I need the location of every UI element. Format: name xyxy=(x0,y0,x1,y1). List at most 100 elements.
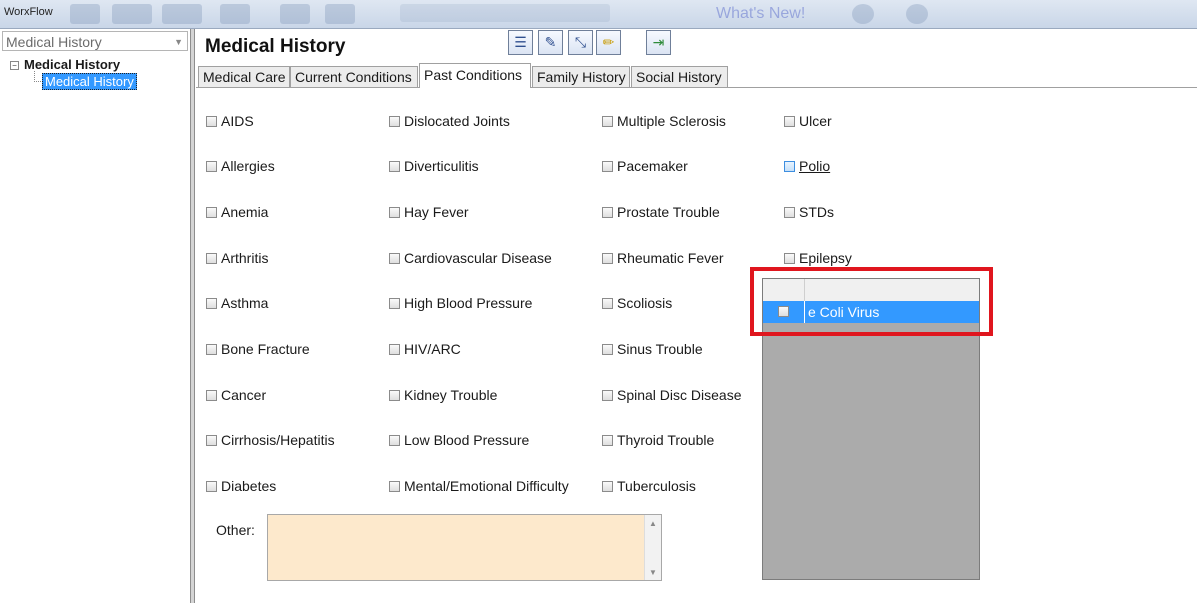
checkbox[interactable] xyxy=(602,161,613,172)
condition-checkbox[interactable]: Kidney Trouble xyxy=(389,387,497,403)
checkbox[interactable] xyxy=(389,390,400,401)
condition-checkbox[interactable]: Ulcer xyxy=(784,113,832,129)
checkbox[interactable] xyxy=(602,481,613,492)
checkbox[interactable] xyxy=(389,298,400,309)
checkbox[interactable] xyxy=(602,298,613,309)
condition-label: Kidney Trouble xyxy=(404,387,498,403)
condition-checkbox[interactable]: Diabetes xyxy=(206,478,276,494)
whats-new-link[interactable]: What's New! xyxy=(716,5,805,23)
checkbox[interactable] xyxy=(389,481,400,492)
section-combo[interactable]: Medical History ▼ xyxy=(2,31,188,51)
checkbox[interactable] xyxy=(206,207,217,218)
exit-icon[interactable]: ⇥ xyxy=(646,30,671,55)
condition-checkbox[interactable]: Diverticulitis xyxy=(389,158,479,174)
other-scrollbar[interactable]: ▲ ▼ xyxy=(644,515,661,580)
splitter[interactable] xyxy=(191,29,195,603)
condition-checkbox[interactable]: Pacemaker xyxy=(602,158,688,174)
condition-label: AIDS xyxy=(221,113,254,129)
scroll-up-icon[interactable]: ▲ xyxy=(649,519,657,528)
checkbox[interactable] xyxy=(206,298,217,309)
condition-checkbox[interactable]: Cancer xyxy=(206,387,266,403)
tree-node-medical-history-child[interactable]: Medical History xyxy=(42,73,137,90)
condition-checkbox[interactable]: Bone Fracture xyxy=(206,341,310,357)
checkbox[interactable] xyxy=(206,435,217,446)
other-textarea[interactable]: ▲ ▼ xyxy=(267,514,662,581)
condition-checkbox[interactable]: Thyroid Trouble xyxy=(602,432,714,448)
condition-checkbox[interactable]: Hay Fever xyxy=(389,204,469,220)
globe-icon[interactable] xyxy=(906,4,928,24)
checkbox[interactable] xyxy=(784,207,795,218)
tab-medical-care[interactable]: Medical Care xyxy=(198,66,290,87)
condition-checkbox[interactable]: Cirrhosis/Hepatitis xyxy=(206,432,335,448)
condition-label: Cancer xyxy=(221,387,267,403)
navigation-panel: Medical History ▼ − Medical History Medic… xyxy=(0,29,191,603)
tab-social-history[interactable]: Social History xyxy=(631,66,728,87)
condition-checkbox[interactable]: Low Blood Pressure xyxy=(389,432,529,448)
condition-label: Diverticulitis xyxy=(404,158,479,174)
condition-checkbox[interactable]: Arthritis xyxy=(206,250,268,266)
chart-icon[interactable]: ⤡ xyxy=(568,30,593,55)
edit-icon[interactable]: ✎ xyxy=(538,30,563,55)
checkbox[interactable] xyxy=(784,253,795,264)
checkbox[interactable] xyxy=(389,116,400,127)
condition-checkbox[interactable]: STDs xyxy=(784,204,834,220)
checkbox[interactable] xyxy=(206,116,217,127)
tab-family-history[interactable]: Family History xyxy=(532,66,630,87)
condition-checkbox[interactable]: Spinal Disc Disease xyxy=(602,387,742,403)
condition-label: Cardiovascular Disease xyxy=(404,250,552,266)
toolbar-ghost-icon xyxy=(162,4,202,24)
checkbox[interactable] xyxy=(389,435,400,446)
tab-current-conditions[interactable]: Current Conditions xyxy=(290,66,418,87)
condition-checkbox[interactable]: Epilepsy xyxy=(784,250,852,266)
condition-label: Hay Fever xyxy=(404,204,469,220)
checkbox[interactable] xyxy=(389,253,400,264)
tab-past-conditions[interactable]: Past Conditions xyxy=(419,63,531,88)
scroll-down-icon[interactable]: ▼ xyxy=(649,568,657,577)
condition-checkbox[interactable]: Dislocated Joints xyxy=(389,113,510,129)
condition-checkbox[interactable]: Allergies xyxy=(206,158,275,174)
condition-label: Low Blood Pressure xyxy=(404,432,530,448)
condition-checkbox[interactable]: Cardiovascular Disease xyxy=(389,250,552,266)
pencil-icon[interactable]: ✏ xyxy=(596,30,621,55)
checkbox[interactable] xyxy=(389,161,400,172)
condition-checkbox[interactable]: Anemia xyxy=(206,204,268,220)
checkbox[interactable] xyxy=(206,161,217,172)
condition-label: HIV/ARC xyxy=(404,341,461,357)
condition-checkbox[interactable]: Asthma xyxy=(206,295,268,311)
other-label: Other: xyxy=(216,522,255,538)
checkbox[interactable] xyxy=(206,481,217,492)
checkbox[interactable] xyxy=(602,207,613,218)
condition-checkbox[interactable]: HIV/ARC xyxy=(389,341,461,357)
condition-checkbox[interactable]: Multiple Sclerosis xyxy=(602,113,726,129)
checkbox[interactable] xyxy=(389,207,400,218)
condition-checkbox[interactable]: Scoliosis xyxy=(602,295,672,311)
checkbox[interactable] xyxy=(389,344,400,355)
checkbox[interactable] xyxy=(206,253,217,264)
checkbox[interactable] xyxy=(602,253,613,264)
tree-node-medical-history[interactable]: − Medical History xyxy=(10,57,120,72)
condition-checkbox[interactable]: Tuberculosis xyxy=(602,478,696,494)
app-title: WorxFlow xyxy=(4,6,53,18)
checkbox[interactable] xyxy=(206,390,217,401)
tree-node-label: Medical History xyxy=(24,57,121,72)
list-icon[interactable]: ☰ xyxy=(508,30,533,55)
page-title: Medical History xyxy=(205,36,346,57)
condition-checkbox[interactable]: AIDS xyxy=(206,113,254,129)
checkbox[interactable] xyxy=(602,344,613,355)
condition-checkbox[interactable]: High Blood Pressure xyxy=(389,295,532,311)
patient-info-ghost xyxy=(400,4,610,22)
circle-button-icon[interactable] xyxy=(852,4,874,24)
checkbox[interactable] xyxy=(784,161,795,172)
chevron-down-icon[interactable]: ▼ xyxy=(174,32,183,52)
condition-checkbox[interactable]: Mental/Emotional Difficulty xyxy=(389,478,569,494)
condition-checkbox[interactable]: Polio xyxy=(784,158,830,174)
condition-checkbox[interactable]: Prostate Trouble xyxy=(602,204,720,220)
condition-checkbox[interactable]: Rheumatic Fever xyxy=(602,250,724,266)
checkbox[interactable] xyxy=(602,116,613,127)
checkbox[interactable] xyxy=(602,435,613,446)
checkbox[interactable] xyxy=(206,344,217,355)
tree-collapse-icon[interactable]: − xyxy=(10,61,19,71)
checkbox[interactable] xyxy=(602,390,613,401)
condition-checkbox[interactable]: Sinus Trouble xyxy=(602,341,703,357)
checkbox[interactable] xyxy=(784,116,795,127)
